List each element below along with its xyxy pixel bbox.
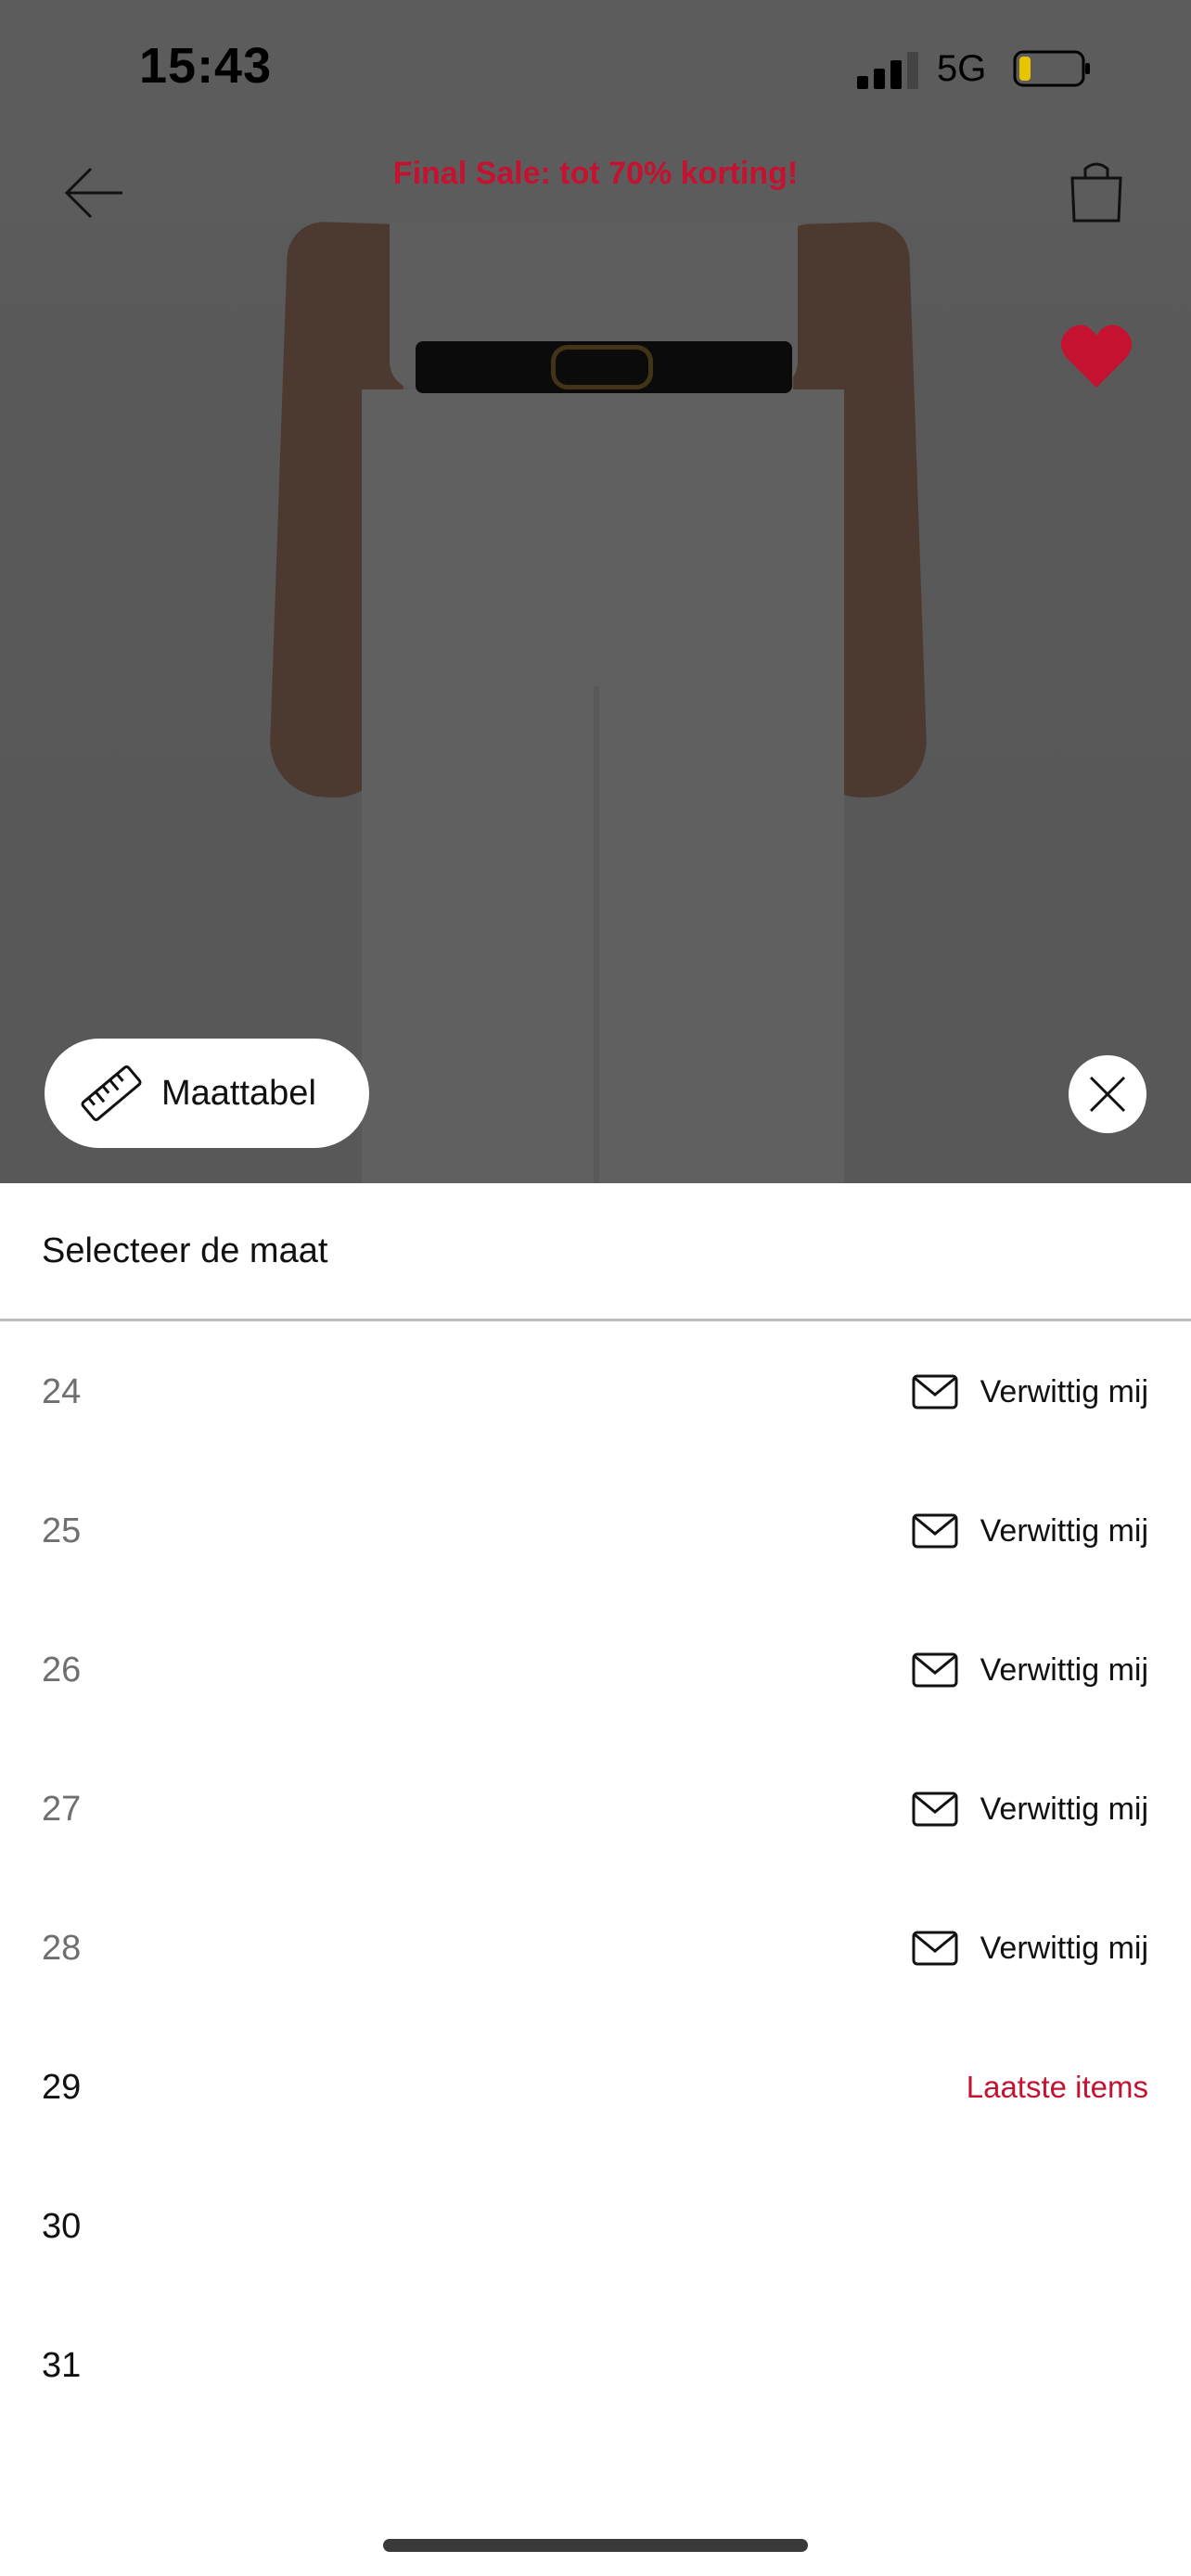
ruler-icon <box>81 1065 142 1122</box>
notify-me-button[interactable]: Verwittig mij <box>912 1652 1148 1689</box>
size-label: 24 <box>42 1371 82 1411</box>
notify-me-label: Verwittig mij <box>980 1373 1148 1409</box>
size-row-30[interactable]: 30 <box>0 2157 1191 2296</box>
home-indicator[interactable] <box>383 2539 808 2552</box>
last-items-badge: Laatste items <box>966 2070 1148 2104</box>
size-list: 24 Verwittig mij 25 Verwittig mij 26 Ver… <box>0 1322 1191 2435</box>
promo-banner[interactable]: Final Sale: tot 70% korting! <box>0 156 1191 192</box>
notify-me-button[interactable]: Verwittig mij <box>912 1513 1148 1549</box>
envelope-icon <box>912 1652 958 1688</box>
size-row-29[interactable]: 29 Laatste items <box>0 2018 1191 2157</box>
network-type: 5G <box>937 48 987 89</box>
size-row-26[interactable]: 26 Verwittig mij <box>0 1600 1191 1740</box>
notify-me-label: Verwittig mij <box>980 1791 1148 1827</box>
size-row-25[interactable]: 25 Verwittig mij <box>0 1461 1191 1600</box>
size-label: 28 <box>42 1928 82 1968</box>
size-label: 31 <box>42 2345 82 2385</box>
divider <box>0 1319 1191 1321</box>
close-button[interactable] <box>1069 1055 1146 1133</box>
envelope-icon <box>912 1513 958 1549</box>
size-row-27[interactable]: 27 Verwittig mij <box>0 1740 1191 1879</box>
envelope-icon <box>912 1374 958 1409</box>
status-time: 15:43 <box>139 38 273 94</box>
battery-icon <box>1013 50 1090 87</box>
shopping-bag-icon[interactable] <box>1063 158 1130 224</box>
size-label: 30 <box>42 2206 82 2246</box>
size-label: 27 <box>42 1789 82 1829</box>
envelope-icon <box>912 1931 958 1966</box>
size-sheet: Selecteer de maat 24 Verwittig mij 25 Ve… <box>0 1183 1191 2576</box>
envelope-icon <box>912 1792 958 1827</box>
size-label: 26 <box>42 1650 82 1690</box>
size-row-31[interactable]: 31 <box>0 2296 1191 2435</box>
sheet-title: Selecteer de maat <box>42 1231 328 1270</box>
size-guide-button[interactable]: Maattabel <box>45 1039 369 1148</box>
notify-me-button[interactable]: Verwittig mij <box>912 1792 1148 1828</box>
notify-me-button[interactable]: Verwittig mij <box>912 1374 1148 1410</box>
notify-me-label: Verwittig mij <box>980 1512 1148 1549</box>
notify-me-label: Verwittig mij <box>980 1651 1148 1688</box>
size-label: 25 <box>42 1511 82 1550</box>
signal-icon <box>857 52 918 89</box>
size-row-28[interactable]: 28 Verwittig mij <box>0 1879 1191 2018</box>
notify-me-label: Verwittig mij <box>980 1930 1148 1966</box>
size-label: 29 <box>42 2067 82 2107</box>
close-icon <box>1089 1076 1126 1113</box>
heart-icon[interactable] <box>1059 323 1133 389</box>
size-guide-label: Maattabel <box>161 1073 316 1113</box>
notify-me-button[interactable]: Verwittig mij <box>912 1931 1148 1967</box>
size-row-24[interactable]: 24 Verwittig mij <box>0 1322 1191 1461</box>
